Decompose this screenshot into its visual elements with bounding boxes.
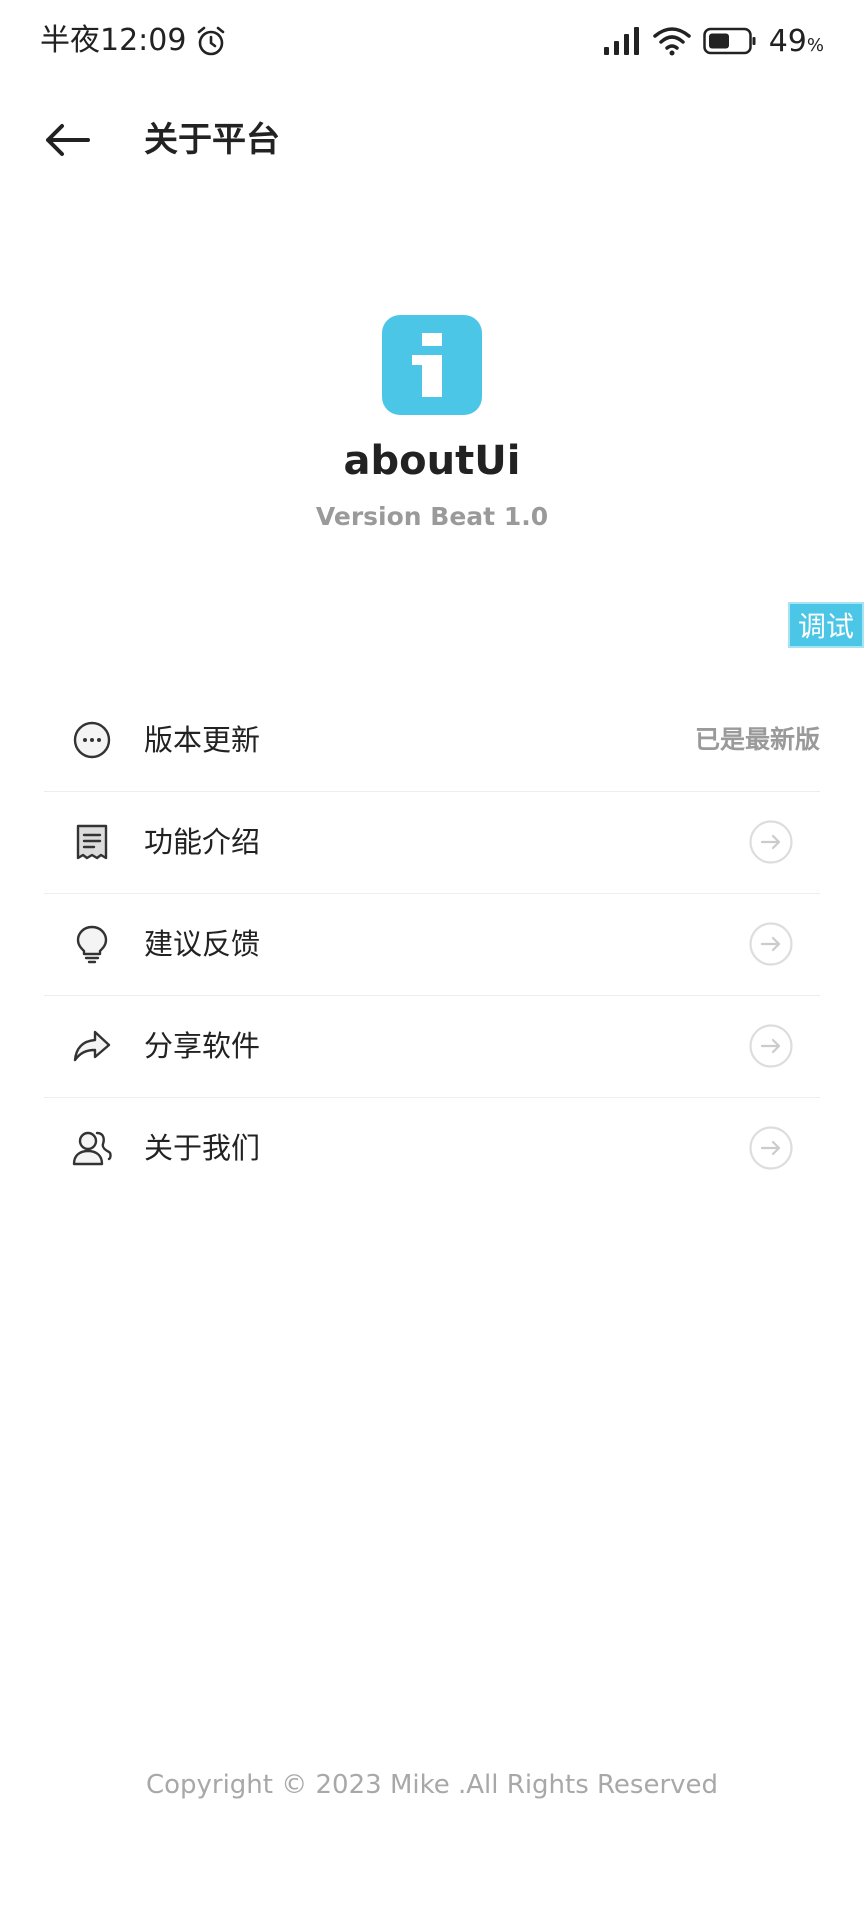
alarm-icon — [198, 26, 225, 56]
arrow-right-circle-icon — [749, 820, 793, 864]
debug-button[interactable]: 调试 — [788, 602, 864, 648]
header: 关于平台 — [0, 100, 864, 180]
battery-percent: 49% — [769, 24, 824, 59]
menu-item-share-app[interactable]: 分享软件 — [44, 996, 820, 1098]
menu-item-feature-intro[interactable]: 功能介绍 — [44, 792, 820, 894]
arrow-right-circle-icon — [749, 1024, 793, 1068]
version-status: 已是最新版 — [694, 725, 820, 754]
menu-item-label: 版本更新 — [144, 723, 261, 757]
menu-item-label: 功能介绍 — [144, 825, 261, 859]
back-button[interactable] — [40, 116, 96, 164]
menu-item-label: 建议反馈 — [144, 927, 261, 961]
wifi-icon — [652, 27, 691, 56]
status-bar: 半夜12:09 49% — [0, 0, 864, 82]
app-version: Version Beat 1.0 — [315, 502, 549, 531]
menu-item-about-us[interactable]: 关于我们 — [44, 1098, 820, 1199]
battery-percent-sign: % — [806, 34, 824, 56]
users-icon — [72, 1131, 112, 1166]
status-time-text: 半夜12:09 — [40, 23, 187, 58]
share-icon — [73, 1030, 111, 1062]
battery-icon — [702, 27, 756, 55]
status-indicators: 49% — [603, 20, 824, 62]
info-icon — [412, 333, 442, 397]
app-logo — [382, 315, 482, 415]
menu-item-label: 关于我们 — [144, 1131, 261, 1165]
battery-percent-value: 49 — [768, 23, 807, 59]
lightbulb-icon — [76, 925, 108, 964]
arrow-left-icon — [46, 124, 90, 156]
copyright-text: Copyright © 2023 Mike .All Rights Reserv… — [145, 1770, 719, 1800]
menu-item-feedback[interactable]: 建议反馈 — [44, 894, 820, 996]
menu-item-label: 分享软件 — [144, 1029, 261, 1063]
more-circle-icon — [73, 721, 111, 759]
status-time: 半夜12:09 — [40, 20, 228, 62]
arrow-right-circle-icon — [749, 1126, 793, 1170]
document-icon — [76, 824, 108, 860]
app-name: aboutUi — [343, 438, 521, 484]
menu-list: 版本更新 已是最新版 功能介绍 建议反馈 分享软件 关于我们 — [44, 690, 820, 1199]
menu-item-version-update[interactable]: 版本更新 已是最新版 — [44, 690, 820, 792]
signal-icon — [603, 27, 639, 55]
page-title: 关于平台 — [144, 120, 280, 160]
arrow-right-circle-icon — [749, 922, 793, 966]
